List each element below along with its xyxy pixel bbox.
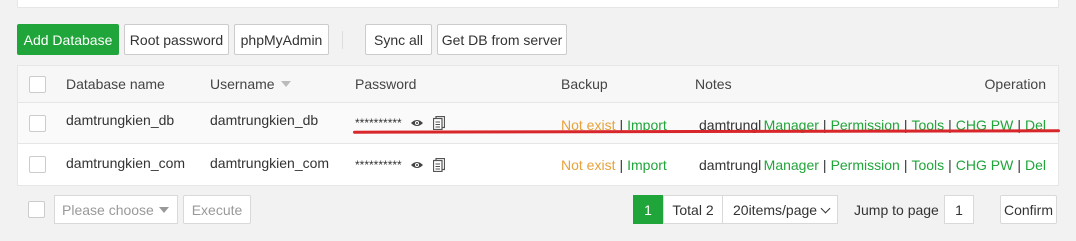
table-header: Database name Username Password Backup N… [18,66,1058,103]
backup-cell: Not exist | Import [561,156,667,173]
header-password: Password [355,76,417,92]
top-strip [17,0,1059,8]
phpmyadmin-button[interactable]: phpMyAdmin [234,24,329,55]
row-checkbox[interactable] [29,114,46,132]
operation-links: Manager | Permission | Tools | CHG PW | Del [763,156,1046,173]
confirm-button[interactable]: Confirm [1000,195,1057,224]
table-row: damtrungkien_db damtrungkien_db ********… [18,103,1058,144]
table-footer: Please choose Execute 1 Total 2 20items/… [0,195,1076,225]
eye-icon[interactable] [410,118,424,128]
password-cell: ********** [355,103,445,143]
copy-icon[interactable] [432,116,445,130]
manager-link[interactable]: Manager [764,157,819,173]
header-username-label: Username [210,76,275,92]
backup-cell: Not exist | Import [561,117,667,133]
caret-down-icon [159,207,169,213]
password-cell: ********** [355,144,445,185]
password-masked: ********** [355,157,402,172]
copy-icon[interactable] [432,157,445,172]
batch-action-select[interactable]: Please choose [54,195,178,224]
notes[interactable]: damtrungl [699,144,761,185]
page-size-select[interactable]: 20items/page [722,195,838,224]
page-number-current[interactable]: 1 [633,195,663,224]
footer-select-all-checkbox[interactable] [28,201,45,218]
import-link[interactable]: Import [627,157,667,173]
database-name: damtrungkien_com [66,154,186,171]
header-username[interactable]: Username [210,66,291,102]
eye-icon[interactable] [410,160,424,170]
execute-button[interactable]: Execute [183,195,251,224]
get-db-from-server-button[interactable]: Get DB from server [437,24,567,55]
header-database-name[interactable]: Database name [66,66,165,102]
jump-to-page-label: Jump to page [854,201,939,218]
notes[interactable]: damtrungl [699,105,761,145]
jump-page-input[interactable]: 1 [944,195,974,224]
database-table: Database name Username Password Backup N… [17,65,1059,186]
toolbar-divider [342,31,343,49]
batch-action-placeholder: Please choose [62,201,154,218]
table-row: damtrungkien_com damtrungkien_com ******… [18,144,1058,185]
add-database-button[interactable]: Add Database [17,24,119,55]
permission-link[interactable]: Permission [831,157,900,173]
backup-status[interactable]: Not exist [561,157,615,173]
header-notes: Notes [695,76,732,92]
tools-link[interactable]: Tools [911,157,944,173]
sort-down-icon [280,81,291,87]
total-count: Total 2 [663,195,723,224]
select-all-checkbox[interactable] [29,75,46,93]
chevron-down-icon [820,203,831,214]
chg-pw-link[interactable]: CHG PW [956,157,1014,173]
password-masked: ********** [355,116,402,130]
header-operation: Operation [984,76,1046,92]
del-link[interactable]: Del [1025,157,1046,173]
database-panel: Add Database Root password phpMyAdmin Sy… [0,0,1076,241]
username: damtrungkien_db [210,112,319,128]
header-backup: Backup [561,76,608,92]
row-checkbox[interactable] [29,156,46,173]
page-size-value: 20items/page [733,201,818,218]
operation-links: Manager | Permission | Tools | CHG PW | Del [763,117,1046,133]
database-name: damtrungkien_db [66,112,175,128]
username: damtrungkien_com [210,154,330,171]
sync-all-button[interactable]: Sync all [365,24,432,55]
root-password-button[interactable]: Root password [124,24,229,55]
